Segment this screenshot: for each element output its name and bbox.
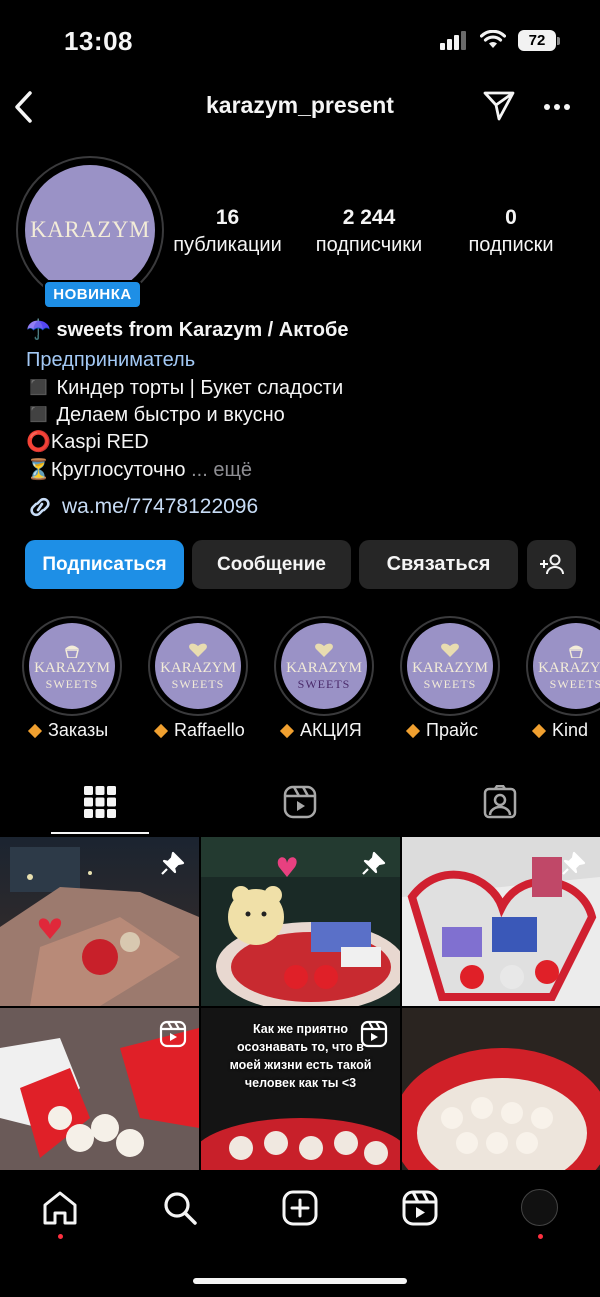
bio-name: ☂️ sweets from Karazym / Актобе bbox=[26, 319, 349, 341]
signal-icon bbox=[440, 31, 466, 50]
highlight-cover: KARAZYMSWEETS bbox=[155, 623, 241, 709]
highlight-label[interactable]: АКЦИЯ bbox=[279, 720, 362, 741]
bio-line: ⭕Kaspi RED bbox=[26, 431, 149, 453]
reel-thumbnail[interactable]: Как же приятно осознавать то, что в моей… bbox=[201, 1008, 400, 1177]
wifi-icon bbox=[480, 30, 506, 48]
story-highlight[interactable]: KARAZYMSWEETS bbox=[274, 616, 374, 716]
highlight-brand: KARAZYM bbox=[412, 659, 488, 676]
contact-button[interactable]: Связаться bbox=[359, 540, 518, 589]
highlight-cover: KARAZYMSWEETS bbox=[533, 623, 600, 709]
new-badge: НОВИНКА bbox=[43, 280, 142, 309]
highlight-cover: KARAZYMSWEETS bbox=[281, 623, 367, 709]
follow-button[interactable]: Подписаться bbox=[25, 540, 184, 589]
highlight-brand: KARAZYM bbox=[538, 659, 600, 676]
highlight-subbrand: SWEETS bbox=[297, 676, 351, 691]
message-button[interactable]: Сообщение bbox=[192, 540, 351, 589]
highlight-subbrand: SWEETS bbox=[45, 676, 99, 691]
stat-following-value: 0 bbox=[505, 206, 517, 229]
heart-icon bbox=[189, 643, 207, 657]
send-icon[interactable] bbox=[482, 89, 516, 123]
status-time: 13:08 bbox=[64, 26, 133, 56]
highlight-subbrand: SWEETS bbox=[549, 676, 600, 691]
tagged-tab-icon[interactable] bbox=[483, 785, 517, 819]
story-highlight[interactable]: KARAZYMSWEETS bbox=[526, 616, 600, 716]
stat-followers-label: подписчики bbox=[315, 234, 423, 256]
link-icon bbox=[30, 497, 50, 517]
bio-link-text: wa.me/77478122096 bbox=[62, 495, 259, 518]
pin-icon bbox=[362, 851, 386, 875]
stat-posts[interactable]: 16 публикации bbox=[160, 204, 295, 258]
highlight-subbrand: SWEETS bbox=[423, 676, 477, 691]
diamond-icon bbox=[279, 723, 295, 738]
diamond-icon bbox=[531, 723, 547, 738]
reel-indicator-icon bbox=[360, 1020, 388, 1048]
highlight-label[interactable]: Прайс bbox=[405, 720, 478, 741]
highlight-label[interactable]: Заказы bbox=[27, 720, 108, 741]
highlight-subbrand: SWEETS bbox=[171, 676, 225, 691]
bio-link[interactable]: wa.me/77478122096 bbox=[26, 494, 258, 520]
highlight-brand: KARAZYM bbox=[34, 659, 110, 676]
highlight-brand: KARAZYM bbox=[286, 659, 362, 676]
bio-category[interactable]: Предприниматель bbox=[26, 346, 195, 374]
home-icon[interactable] bbox=[42, 1191, 78, 1225]
pin-icon bbox=[562, 851, 586, 875]
highlight-cover: KARAZYMSWEETS bbox=[29, 623, 115, 709]
stat-followers[interactable]: 2 244 подписчики bbox=[300, 204, 438, 258]
stat-followers-value: 2 244 bbox=[342, 206, 396, 229]
reels-tab-icon[interactable] bbox=[283, 785, 317, 819]
avatar[interactable]: KARAZYM bbox=[25, 165, 155, 295]
highlight-label-text: АКЦИЯ bbox=[300, 720, 362, 740]
reels-nav-icon[interactable] bbox=[402, 1190, 438, 1226]
highlight-label-text: Заказы bbox=[48, 720, 109, 740]
story-highlight[interactable]: KARAZYMSWEETS bbox=[148, 616, 248, 716]
bio-more-link[interactable]: ... ещё bbox=[191, 459, 252, 481]
home-indicator bbox=[193, 1278, 407, 1284]
reel-indicator-icon bbox=[159, 1020, 187, 1048]
cupcake-icon bbox=[569, 645, 583, 658]
add-person-icon bbox=[539, 554, 564, 574]
story-highlight[interactable]: KARAZYMSWEETS bbox=[22, 616, 122, 716]
highlight-label[interactable]: Raffaello bbox=[153, 720, 245, 741]
diamond-icon bbox=[27, 723, 43, 738]
stat-posts-label: публикации bbox=[173, 234, 282, 256]
more-options-icon[interactable] bbox=[543, 103, 571, 111]
diamond-icon bbox=[405, 723, 421, 738]
reel-thumbnail[interactable] bbox=[0, 1008, 199, 1177]
bio-line: ⏳Круглосуточно bbox=[26, 459, 186, 481]
bio-line: ◼️ Делаем быстро и вкусно bbox=[26, 404, 285, 426]
profile-avatar-nav[interactable] bbox=[521, 1189, 558, 1226]
highlight-label-text: Raffaello bbox=[174, 720, 245, 740]
battery-tip bbox=[557, 37, 560, 45]
stat-following-label: подписки bbox=[468, 234, 554, 256]
heart-icon bbox=[441, 643, 459, 657]
heart-icon bbox=[315, 643, 333, 657]
avatar-logo-text: KARAZYM bbox=[30, 217, 150, 242]
diamond-icon bbox=[153, 723, 169, 738]
highlight-label[interactable]: Kind bbox=[531, 720, 588, 741]
story-highlight[interactable]: KARAZYMSWEETS bbox=[400, 616, 500, 716]
bio-line: ◼️ Киндер торты | Букет сладости bbox=[26, 377, 344, 399]
bio-line-last: ⏳Круглосуточно ... ещё bbox=[26, 456, 252, 484]
stat-posts-value: 16 bbox=[215, 206, 240, 229]
highlight-brand: KARAZYM bbox=[160, 659, 236, 676]
home-notification-dot bbox=[58, 1234, 63, 1239]
cupcake-icon bbox=[65, 645, 79, 658]
stat-following[interactable]: 0 подписки bbox=[452, 204, 570, 258]
post-thumbnail[interactable] bbox=[402, 837, 600, 1006]
post-thumbnail[interactable] bbox=[402, 1008, 600, 1177]
post-image-raffaello-box bbox=[402, 1008, 600, 1177]
battery-indicator: 72 bbox=[518, 30, 556, 51]
highlight-label-text: Прайс bbox=[426, 720, 479, 740]
highlight-cover: KARAZYMSWEETS bbox=[407, 623, 493, 709]
grid-tab-icon[interactable] bbox=[84, 786, 116, 818]
pin-icon bbox=[161, 851, 185, 875]
search-icon[interactable] bbox=[162, 1190, 198, 1226]
active-tab-indicator bbox=[51, 832, 149, 834]
post-thumbnail[interactable] bbox=[0, 837, 199, 1006]
suggested-users-button[interactable] bbox=[527, 540, 576, 589]
highlight-label-text: Kind bbox=[552, 720, 589, 740]
profile-notification-dot bbox=[538, 1234, 543, 1239]
post-thumbnail[interactable] bbox=[201, 837, 400, 1006]
create-post-icon[interactable] bbox=[282, 1190, 318, 1226]
